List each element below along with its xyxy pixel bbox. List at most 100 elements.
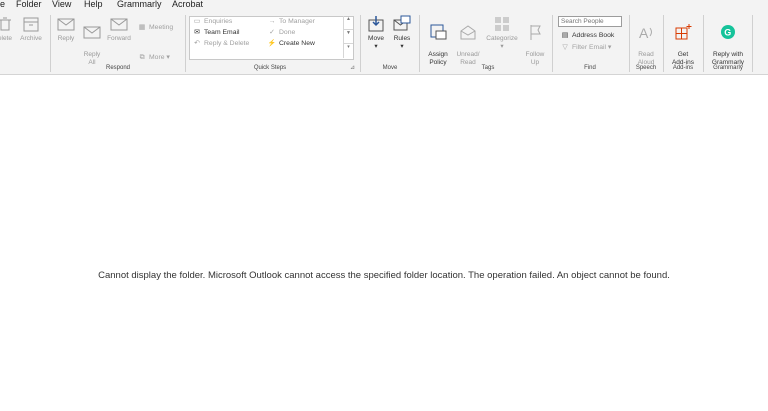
grammarly-icon: G <box>721 25 735 39</box>
chevron-down-icon: ▾ <box>606 44 612 51</box>
mail-icon: ✉ <box>194 29 200 36</box>
group-divider <box>185 15 186 72</box>
menu-bar: e Folder View Help Grammarly Acrobat <box>0 0 768 12</box>
read-aloud-icon: A <box>639 25 652 41</box>
forward-button[interactable]: Forward <box>105 15 133 43</box>
group-divider <box>552 15 553 72</box>
more-label: More <box>149 54 165 61</box>
chevron-down-icon: ▾ <box>500 43 504 50</box>
chevron-down-icon: ▾ <box>374 43 378 50</box>
menu-item-folder[interactable]: Folder <box>16 0 42 9</box>
meeting-button[interactable]: ▦ Meeting <box>137 23 173 33</box>
categorize-button[interactable]: Categorize ▾ <box>484 15 520 51</box>
quick-step-done[interactable]: ✓ Done <box>267 28 295 38</box>
follow-up-label: Follow Up <box>525 51 545 66</box>
group-divider <box>419 15 420 72</box>
reply-icon <box>57 18 75 31</box>
quick-steps-group-label: Quick Steps <box>253 65 287 71</box>
reply-all-icon <box>83 26 101 39</box>
follow-up-button[interactable]: Follow Up <box>523 15 547 75</box>
reply-button[interactable]: Reply <box>54 15 78 43</box>
quick-step-reply-delete[interactable]: ↶ Reply & Delete <box>192 39 249 49</box>
quick-step-create-new[interactable]: ⚡ Create New <box>267 39 315 49</box>
meeting-label: Meeting <box>149 24 174 31</box>
folder-icon: ▭ <box>193 18 201 25</box>
svg-text:A: A <box>639 25 649 41</box>
filter-icon: ▽ <box>562 44 568 51</box>
quick-step-label: Create New <box>279 40 315 47</box>
quick-step-label: Reply & Delete <box>204 40 250 47</box>
move-label: Move <box>368 35 384 42</box>
archive-icon <box>23 17 39 32</box>
assign-policy-button[interactable]: Assign Policy <box>424 15 452 75</box>
grammarly-group-label: Grammarly <box>713 65 743 71</box>
group-divider <box>50 15 51 72</box>
assign-policy-label: Assign Policy <box>428 51 448 66</box>
tags-group-label: Tags <box>481 65 495 71</box>
move-button[interactable]: Move ▾ <box>365 15 387 51</box>
delete-button[interactable]: elete <box>0 15 16 43</box>
lightning-icon: ⚡ <box>267 40 277 47</box>
respond-group-label: Respond <box>105 65 131 71</box>
quick-step-team-email[interactable]: ✉ Team Email <box>192 28 240 38</box>
menu-item-view[interactable]: View <box>52 0 71 9</box>
more-icon: ⧉ <box>139 54 145 61</box>
open-envelope-icon <box>460 25 476 40</box>
reply-all-label: Reply All <box>83 51 101 66</box>
forward-label: Forward <box>107 35 131 42</box>
find-group-label: Find <box>584 65 596 71</box>
filter-email-label: Filter Email <box>572 44 606 51</box>
svg-text:G: G <box>724 28 731 38</box>
quick-step-label: Team Email <box>204 29 240 36</box>
policy-icon <box>430 24 447 40</box>
trash-icon <box>0 17 11 31</box>
expand-gallery-icon[interactable]: ▾ <box>344 44 353 57</box>
chevron-down-icon: ▾ <box>400 43 404 50</box>
more-button[interactable]: ⧉ More ▾ <box>137 53 170 63</box>
categorize-icon <box>495 17 509 31</box>
move-group-label: Move <box>382 65 398 71</box>
quick-steps-scroll[interactable]: ▲ ▼ ▾ <box>343 16 353 58</box>
address-book-button[interactable]: ▤ Address Book <box>560 31 615 41</box>
group-divider <box>629 15 630 72</box>
menu-item-grammarly[interactable]: Grammarly <box>117 0 162 9</box>
categorize-label: Categorize <box>486 35 518 42</box>
filter-email-button[interactable]: ▽ Filter Email ▾ <box>560 43 611 53</box>
error-message: Cannot display the folder. Microsoft Out… <box>98 270 670 281</box>
menu-item-acrobat[interactable]: Acrobat <box>172 0 203 9</box>
quick-step-to-manager[interactable]: → To Manager <box>267 17 315 27</box>
delete-label: elete <box>0 35 13 42</box>
scroll-down-icon[interactable]: ▼ <box>344 30 353 44</box>
quick-step-label: To Manager <box>279 18 315 25</box>
scroll-up-icon[interactable]: ▲ <box>344 16 353 30</box>
address-book-label: Address Book <box>572 32 615 39</box>
chevron-down-icon: ▾ <box>164 54 170 61</box>
rules-label: Rules <box>393 35 411 42</box>
group-divider <box>360 15 361 72</box>
checkmark-icon: ✓ <box>269 29 275 36</box>
speech-group-label: Speech <box>635 65 657 71</box>
search-people-input[interactable] <box>558 16 622 27</box>
quick-step-label: Enquiries <box>204 18 233 25</box>
calendar-icon: ▦ <box>138 24 146 31</box>
rules-icon <box>393 15 411 31</box>
archive-label: Archive <box>20 35 42 42</box>
flag-icon <box>530 25 541 40</box>
quick-step-label: Done <box>279 29 296 36</box>
group-divider <box>752 15 753 72</box>
reply-all-button[interactable]: Reply All <box>80 15 104 75</box>
menu-item-home[interactable]: e <box>0 0 5 9</box>
addins-icon <box>675 24 692 40</box>
menu-item-help[interactable]: Help <box>84 0 103 9</box>
reply-label: Reply <box>57 35 75 42</box>
quick-step-enquiries[interactable]: ▭ Enquiries <box>192 17 233 27</box>
dialog-launcher-icon[interactable]: ⊿ <box>350 63 355 73</box>
group-divider <box>663 15 664 72</box>
rules-button[interactable]: Rules ▾ <box>391 15 413 51</box>
group-divider <box>703 15 704 72</box>
move-folder-icon <box>368 16 384 32</box>
forward-icon <box>110 18 128 31</box>
archive-button[interactable]: Archive <box>18 15 44 43</box>
ribbon: elete Archive Reply Reply All Forward ▦M <box>0 12 768 75</box>
reply-arrow-icon: ↶ <box>194 40 200 47</box>
